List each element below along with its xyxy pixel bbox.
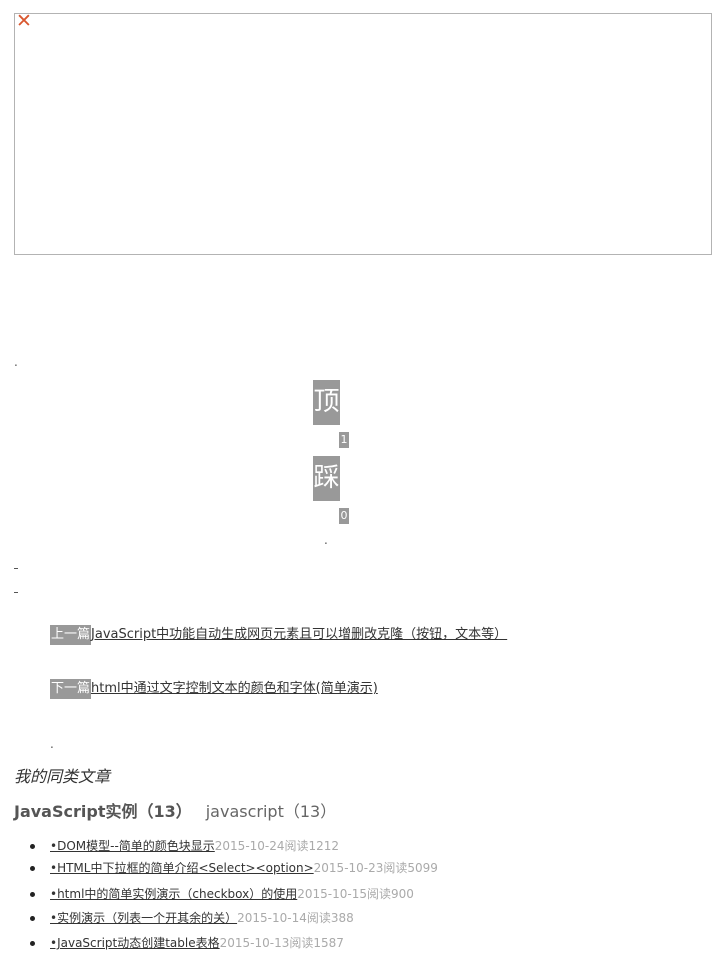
bullet-icon — [30, 843, 35, 849]
next-article-link[interactable]: html中通过文字控制文本的颜色和字体(简单演示) — [91, 679, 378, 699]
bullet-icon — [30, 915, 35, 921]
bullet-icon — [30, 940, 35, 946]
article-date: 2015-10-15 — [297, 887, 367, 901]
next-tag: 下一篇 — [50, 679, 92, 699]
article-reads: 阅读1587 — [289, 936, 344, 950]
share-link-2[interactable] — [14, 582, 18, 593]
digg-up-count: 1 — [339, 432, 349, 448]
digg-down-count: 0 — [339, 508, 349, 524]
separator-dot: . — [324, 533, 328, 547]
article-date: 2015-10-24 — [214, 839, 285, 853]
digg-down-button[interactable]: 踩 — [313, 456, 340, 501]
close-icon[interactable]: ✕ — [16, 12, 34, 31]
article-reads: 阅读900 — [367, 887, 414, 901]
prev-article-row: 上一篇 JavaScript中功能自动生成网页元素且可以增删改克隆（按钮，文本等… — [50, 625, 507, 645]
article-reads: 阅读1212 — [284, 839, 340, 853]
separator-dot: . — [14, 355, 18, 369]
bullet-icon — [30, 891, 35, 897]
ad-frame: ✕ — [14, 12, 712, 255]
next-article-row: 下一篇 html中通过文字控制文本的颜色和字体(简单演示) — [50, 679, 378, 699]
article-date: 2015-10-13 — [219, 936, 290, 950]
bullet-icon — [30, 865, 35, 871]
list-item: •html中的简单实例演示（checkbox）的使用 2015-10-15 阅读… — [30, 884, 414, 904]
related-section-title: 我的同类文章 — [14, 767, 111, 786]
prev-tag: 上一篇 — [50, 625, 92, 645]
list-item: •DOM模型--简单的颜色块显示 2015-10-24 阅读1212 — [30, 836, 339, 856]
digg-up-button[interactable]: 顶 — [313, 380, 340, 425]
category-tab-javascript[interactable]: javascript（13） — [206, 801, 336, 823]
list-item: •实例演示（列表一个开其余的关） 2015-10-14 阅读388 — [30, 908, 354, 928]
article-reads: 阅读388 — [306, 911, 354, 925]
share-link-1[interactable] — [14, 558, 18, 569]
category-tabs: JavaScript实例（13） javascript（13） — [14, 801, 336, 823]
list-item: •JavaScript动态创建table表格 2015-10-13 阅读1587 — [30, 933, 344, 953]
article-link[interactable]: •实例演示（列表一个开其余的关） — [50, 908, 237, 928]
separator-dot: . — [50, 737, 54, 751]
article-date: 2015-10-23 — [313, 861, 384, 875]
list-item: •HTML中下拉框的简单介绍<Select><option> 2015-10-2… — [30, 858, 438, 878]
article-date: 2015-10-14 — [237, 911, 307, 925]
article-link[interactable]: •JavaScript动态创建table表格 — [50, 933, 220, 953]
article-reads: 阅读5099 — [383, 861, 438, 875]
category-tab-javascript-examples[interactable]: JavaScript实例（13） — [14, 801, 192, 823]
prev-article-link[interactable]: JavaScript中功能自动生成网页元素且可以增删改克隆（按钮，文本等） — [91, 625, 507, 645]
article-link[interactable]: •html中的简单实例演示（checkbox）的使用 — [50, 884, 297, 904]
article-link[interactable]: •HTML中下拉框的简单介绍<Select><option> — [50, 858, 314, 878]
article-link[interactable]: •DOM模型--简单的颜色块显示 — [50, 836, 215, 856]
